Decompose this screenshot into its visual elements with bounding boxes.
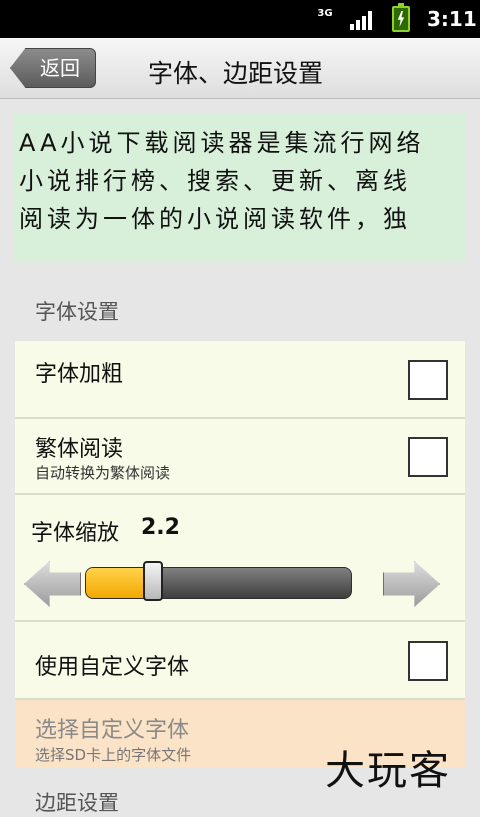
signal-strength-icon — [350, 10, 376, 30]
status-bar: 3G 3:11 — [0, 0, 480, 38]
battery-charging-icon — [392, 3, 410, 32]
traditional-reading-row[interactable]: 繁体阅读 自动转换为繁体阅读 — [15, 419, 465, 495]
status-time: 3:11 — [427, 7, 477, 31]
custom-font-row[interactable]: 使用自定义字体 — [15, 622, 465, 700]
choose-custom-font-label: 选择自定义字体 — [35, 718, 190, 743]
font-scale-slider-thumb[interactable] — [143, 561, 163, 601]
description-line: 小说排行榜、搜索、更新、离线 — [19, 167, 411, 195]
app-description: AA小说下载阅读器是集流行网络 小说排行榜、搜索、更新、离线 阅读为一体的小说阅… — [14, 114, 465, 261]
choose-custom-font-subtitle: 选择SD卡上的字体文件 — [35, 746, 192, 764]
description-line: AA小说下载阅读器是集流行网络 — [19, 129, 425, 157]
bold-font-label: 字体加粗 — [35, 362, 124, 387]
font-settings-heading: 字体设置 — [35, 300, 119, 324]
font-scale-label: 字体缩放 — [31, 521, 120, 546]
custom-font-label: 使用自定义字体 — [35, 655, 190, 680]
bold-font-row[interactable]: 字体加粗 — [15, 341, 465, 419]
font-scale-panel: 字体缩放 2.2 — [15, 495, 465, 622]
custom-font-checkbox[interactable] — [408, 641, 448, 681]
header-bar: 返回 字体、边距设置 — [0, 38, 480, 99]
network-3g-icon: 3G — [317, 8, 333, 19]
traditional-reading-checkbox[interactable] — [408, 437, 448, 477]
font-scale-slider[interactable] — [85, 567, 352, 599]
back-button-label: 返回 — [40, 56, 80, 80]
back-button[interactable]: 返回 — [10, 48, 96, 88]
bold-font-checkbox[interactable] — [408, 360, 448, 400]
watermark-logo: 大玩客 — [325, 748, 451, 794]
description-line: 阅读为一体的小说阅读软件，独 — [19, 205, 411, 233]
page-title: 字体、边距设置 — [148, 59, 324, 88]
traditional-reading-label: 繁体阅读 — [35, 437, 124, 462]
font-scale-value: 2.2 — [141, 515, 180, 540]
traditional-reading-subtitle: 自动转换为繁体阅读 — [35, 464, 171, 482]
margin-settings-heading: 边距设置 — [35, 791, 119, 815]
